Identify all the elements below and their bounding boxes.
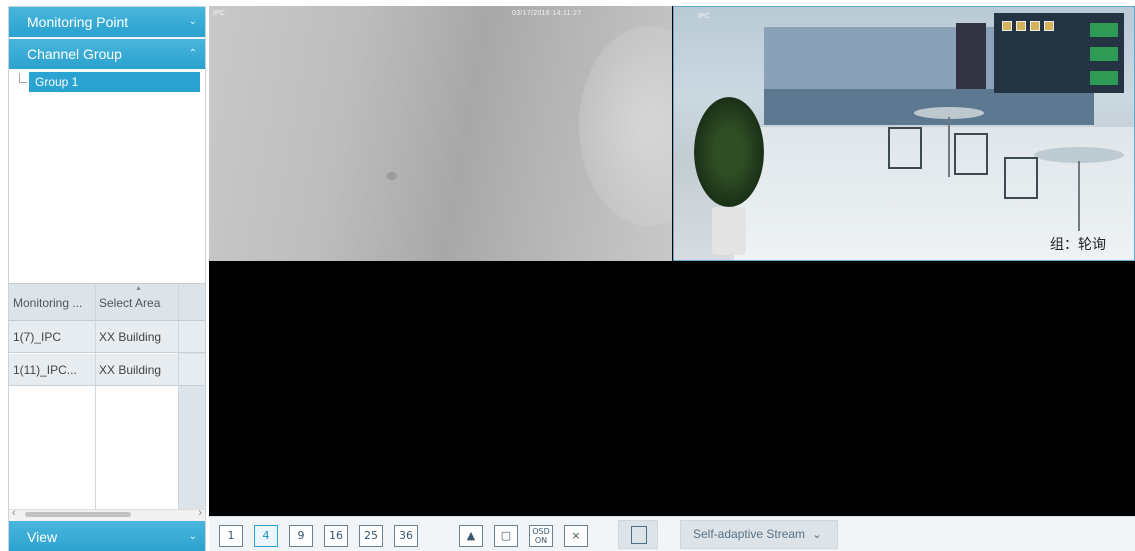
- tree-item-group-1[interactable]: Group 1: [29, 72, 200, 92]
- channel-group-label: Channel Group: [27, 46, 122, 62]
- column-header-monitoring[interactable]: Monitoring ...: [13, 284, 93, 322]
- scroll-left-icon[interactable]: ‹: [12, 507, 16, 519]
- scene-panel: [1002, 21, 1012, 31]
- pane-camera-label: IPC: [213, 10, 225, 17]
- bottom-toolbar: 1 4 9 16 25 36 ▲ ▢ OSD ON × Self-adaptiv…: [209, 516, 1135, 551]
- cell-monitoring: 1(7)_IPC: [13, 330, 62, 344]
- scene-screen: [1090, 23, 1118, 37]
- pane-camera-label: IPC: [698, 13, 710, 20]
- video-grid: IPC 03/17/2016 14:11:27 IPC 组：轮询: [209, 6, 1135, 516]
- view-header[interactable]: View ⌄: [9, 521, 205, 551]
- camera-spot: [387, 172, 397, 180]
- scene-chair: [888, 127, 922, 169]
- scene-panel: [1016, 21, 1026, 31]
- table-row[interactable]: 1(7)_IPC XX Building: [9, 321, 205, 353]
- column-divider: [95, 283, 96, 509]
- sidebar: Monitoring Point ⌄ Channel Group ⌃ Group…: [8, 6, 206, 551]
- cell-monitoring: 1(11)_IPC...: [13, 363, 77, 377]
- layout-25-button[interactable]: 25: [359, 525, 383, 547]
- scene-display-wall: [994, 13, 1124, 93]
- column-divider: [178, 283, 179, 509]
- video-pane-4[interactable]: [673, 262, 1135, 516]
- scene-panel: [1030, 21, 1040, 31]
- cell-area: XX Building: [99, 330, 162, 344]
- layout-1-button[interactable]: 1: [219, 525, 243, 547]
- scene-panel: [1044, 21, 1054, 31]
- view-label: View: [27, 529, 58, 545]
- pane-timestamp: 03/17/2016 14:11:27: [512, 10, 582, 17]
- layout-4-button[interactable]: 4: [254, 525, 278, 547]
- scene-screen: [1090, 47, 1118, 61]
- sequence-play-icon[interactable]: ▲: [459, 525, 483, 547]
- pane-osd-text: 组：轮询: [1050, 236, 1106, 252]
- video-pane-2[interactable]: IPC 组：轮询: [673, 6, 1135, 261]
- split-screen-icon: [631, 526, 647, 544]
- osd-state: ON: [534, 536, 548, 545]
- osd-label: OSD: [532, 527, 550, 536]
- chevron-down-icon: ⌄: [188, 531, 197, 542]
- channel-table: ▲ Monitoring ... Select Area 1(7)_IPC XX…: [9, 283, 205, 509]
- scene-chair: [1004, 157, 1038, 199]
- video-pane-1[interactable]: IPC 03/17/2016 14:11:27: [209, 6, 672, 261]
- camera-glare: [579, 26, 672, 226]
- horizontal-scrollbar[interactable]: ‹ ›: [9, 507, 205, 519]
- split-screen-button[interactable]: [618, 520, 658, 549]
- column-header-select-area[interactable]: Select Area: [99, 284, 181, 322]
- stream-select-value: Self-adaptive Stream: [693, 527, 806, 541]
- scene-plant-pot: [712, 207, 746, 255]
- fullscreen-icon[interactable]: ▢: [494, 525, 518, 547]
- channel-group-header[interactable]: Channel Group ⌃: [9, 39, 205, 69]
- chevron-down-icon: ⌄: [812, 529, 822, 541]
- layout-9-button[interactable]: 9: [289, 525, 313, 547]
- scene-screen: [1090, 71, 1118, 85]
- layout-16-button[interactable]: 16: [324, 525, 348, 547]
- chevron-up-icon: ⌃: [188, 48, 197, 59]
- monitoring-point-header[interactable]: Monitoring Point ⌄: [9, 7, 205, 37]
- osd-toggle-button[interactable]: OSD ON: [529, 525, 553, 547]
- layout-36-button[interactable]: 36: [394, 525, 418, 547]
- monitoring-point-label: Monitoring Point: [27, 14, 129, 30]
- scene-plant: [694, 97, 764, 207]
- stream-select[interactable]: Self-adaptive Stream ⌄: [680, 520, 838, 549]
- cell-area: XX Building: [99, 363, 162, 377]
- video-pane-3[interactable]: [209, 262, 672, 516]
- scene-table-leg: [1078, 161, 1080, 231]
- close-all-icon[interactable]: ×: [564, 525, 588, 547]
- tree-guide-line: [19, 73, 27, 83]
- group-tree: Group 1: [9, 69, 205, 283]
- table-row[interactable]: 1(11)_IPC... XX Building: [9, 354, 205, 386]
- scene-chair: [954, 133, 988, 175]
- scene-door: [956, 23, 986, 93]
- scrollbar-thumb[interactable]: [25, 512, 131, 517]
- scene-table-leg: [948, 117, 950, 177]
- scroll-right-icon[interactable]: ›: [198, 507, 202, 519]
- table-header: ▲ Monitoring ... Select Area: [9, 283, 205, 321]
- chevron-down-icon: ⌄: [188, 16, 197, 27]
